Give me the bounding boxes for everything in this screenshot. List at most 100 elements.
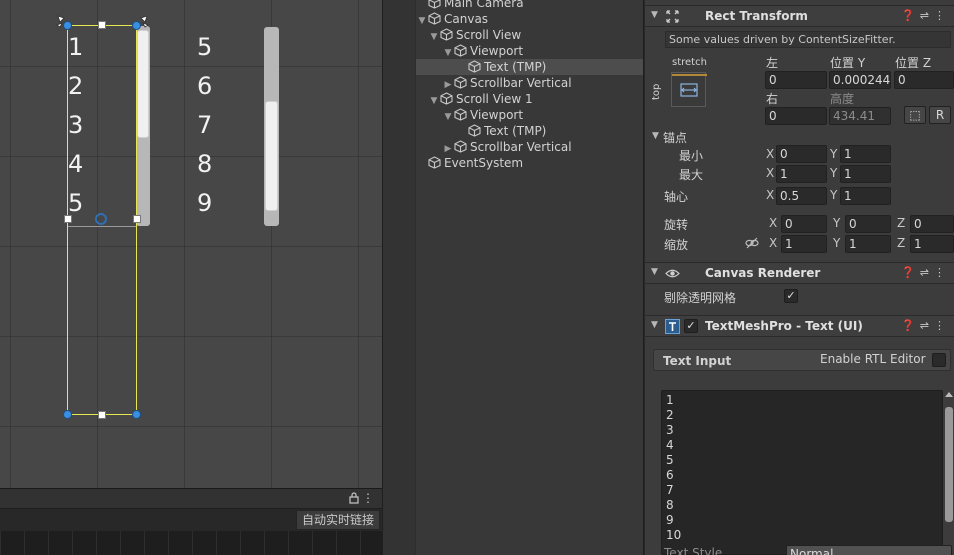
component-header-icons[interactable]: ❓⇌⋮	[901, 319, 950, 332]
edge-handle-bottom[interactable]	[98, 411, 106, 419]
hierarchy-item[interactable]: Text (TMP)	[416, 123, 643, 139]
component-header-icons[interactable]: ❓⇌⋮	[901, 266, 950, 279]
component-header-icons[interactable]: ❓⇌⋮	[901, 9, 950, 22]
tmp-header[interactable]: ▼ ✓ TextMeshPro - Text (UI) ❓⇌⋮	[645, 315, 954, 337]
edge-handle-top[interactable]	[98, 21, 106, 29]
rot-z-field[interactable]: 0	[910, 215, 954, 233]
bottom-panel: ⋮ 自动实时链接	[0, 488, 382, 555]
text-input-line: 5	[666, 453, 674, 467]
bottom-tab-bar: ⋮	[0, 489, 382, 509]
more-options-icon[interactable]: ⋮	[362, 491, 374, 505]
gameobject-cube-icon	[454, 44, 467, 57]
text-input-line: 3	[666, 423, 674, 437]
scene-view[interactable]: 12345 56789	[0, 0, 382, 488]
left-field[interactable]: 0	[765, 71, 827, 89]
hierarchy-item[interactable]: ▶ Scrollbar Vertical	[416, 139, 643, 155]
text-style-label: Text Style	[664, 546, 723, 555]
gameobject-cube-icon	[428, 156, 441, 169]
right-field[interactable]: 0	[765, 107, 827, 125]
canvas-renderer-header[interactable]: ▼ Canvas Renderer ❓⇌⋮	[645, 262, 954, 284]
scale-z-axis: Z	[897, 236, 906, 250]
hierarchy-item[interactable]: ▶ Scrollbar Vertical	[416, 75, 643, 91]
anchor-marker-left-icon[interactable]	[55, 13, 71, 29]
scene-number-2-0: 5	[197, 33, 213, 61]
hierarchy-item[interactable]: ▼ Viewport	[416, 107, 643, 123]
raw-edit-button[interactable]: R	[929, 106, 951, 124]
anchors-label[interactable]: 锚点	[663, 129, 687, 146]
posy-field[interactable]: 0.0002441	[829, 71, 891, 89]
text-input-line: 6	[666, 468, 674, 482]
canvas-renderer-title: Canvas Renderer	[705, 266, 821, 280]
rot-x-field[interactable]: 0	[781, 215, 827, 233]
rtl-editor-checkbox[interactable]	[932, 353, 946, 367]
text-input-line: 10	[666, 528, 682, 542]
hierarchy-panel[interactable]: Main Camera ▼ Canvas ▼ Scroll View ▼ Viewport T…	[382, 0, 644, 555]
blueprint-mode-button[interactable]: ⬚	[904, 106, 926, 124]
min-label: 最小	[679, 149, 704, 163]
gameobject-cube-icon	[468, 60, 481, 73]
corner-handle-bl[interactable]	[63, 410, 72, 419]
tmp-enabled-checkbox[interactable]: ✓	[684, 319, 698, 333]
max-x-axis: X	[766, 166, 775, 180]
hierarchy-item[interactable]: Main Camera	[416, 0, 643, 11]
text-style-dropdown[interactable]: Normal	[786, 545, 952, 555]
text-input-line: 7	[666, 483, 674, 497]
anchor-preset-button[interactable]	[671, 72, 707, 107]
min-y-axis: Y	[830, 147, 838, 161]
rot-y-field[interactable]: 0	[845, 215, 891, 233]
left-label: 左	[766, 56, 779, 70]
timeline-ruler[interactable]	[0, 531, 382, 555]
height-label: 高度	[830, 92, 855, 106]
text-input-line: 9	[666, 513, 674, 527]
rect-transform-header[interactable]: ▼ Rect Transform ❓⇌⋮	[645, 5, 954, 27]
hierarchy-gutter	[383, 0, 416, 555]
scrollbar-handle-2[interactable]	[265, 101, 278, 211]
scale-z-field[interactable]: 1	[910, 235, 954, 253]
hierarchy-item[interactable]: ▼ Viewport	[416, 43, 643, 59]
hierarchy-item-label: Scrollbar Vertical	[470, 140, 572, 154]
gameobject-cube-icon	[440, 92, 453, 105]
gameobject-cube-icon	[454, 140, 467, 153]
max-x-field[interactable]: 1	[776, 165, 827, 183]
eye-icon	[665, 269, 680, 278]
scrollbar-handle-1[interactable]	[137, 30, 149, 138]
collapse-chevron-icon[interactable]: ▼	[651, 10, 658, 20]
right-label: 右	[766, 92, 779, 106]
posz-field[interactable]: 0	[894, 71, 954, 89]
max-y-field[interactable]: 1	[840, 165, 891, 183]
text-area-scrollbar[interactable]	[944, 392, 954, 525]
hierarchy-item[interactable]: Text (TMP)	[416, 59, 643, 75]
scene-number-2-4: 9	[197, 189, 213, 217]
pivot-handle[interactable]	[95, 213, 107, 225]
pivot-y-field[interactable]: 1	[840, 187, 891, 205]
hierarchy-item-label: Main Camera	[444, 0, 524, 10]
rot-y-axis: Y	[833, 216, 841, 230]
min-y-field[interactable]: 1	[840, 145, 891, 163]
min-x-field[interactable]: 0	[776, 145, 827, 163]
scale-x-field[interactable]: 1	[781, 235, 827, 253]
text-input-line: 1	[666, 393, 674, 407]
hierarchy-item[interactable]: EventSystem	[416, 155, 643, 171]
cull-transparent-checkbox[interactable]: ✓	[784, 289, 798, 303]
hierarchy-item[interactable]: ▼ Scroll View 1	[416, 91, 643, 107]
gameobject-cube-icon	[468, 124, 481, 137]
hierarchy-item-label: EventSystem	[444, 156, 524, 170]
rect-transform-icon	[666, 10, 679, 23]
lock-icon[interactable]	[348, 492, 360, 504]
edge-handle-right[interactable]	[133, 215, 141, 223]
collapse-chevron-icon[interactable]: ▼	[651, 267, 658, 277]
hierarchy-item-label: Scrollbar Vertical	[470, 76, 572, 90]
hierarchy-item[interactable]: ▼ Scroll View	[416, 27, 643, 43]
anchor-marker-right-icon[interactable]	[134, 13, 150, 29]
gameobject-cube-icon	[454, 76, 467, 89]
collapse-chevron-icon[interactable]: ▼	[651, 320, 658, 330]
constrain-proportions-icon[interactable]	[745, 237, 759, 249]
pivot-x-field[interactable]: 0.5	[776, 187, 827, 205]
auto-live-link-button[interactable]: 自动实时链接	[295, 510, 380, 530]
anchors-foldout-chevron-icon[interactable]: ▼	[652, 131, 659, 141]
scale-y-field[interactable]: 1	[845, 235, 891, 253]
edge-handle-left[interactable]	[64, 215, 72, 223]
hierarchy-item[interactable]: ▼ Canvas	[416, 11, 643, 27]
text-input-area[interactable]: 1 2 3 4 5 6 7 8 9 10	[661, 390, 943, 555]
corner-handle-br[interactable]	[132, 410, 141, 419]
